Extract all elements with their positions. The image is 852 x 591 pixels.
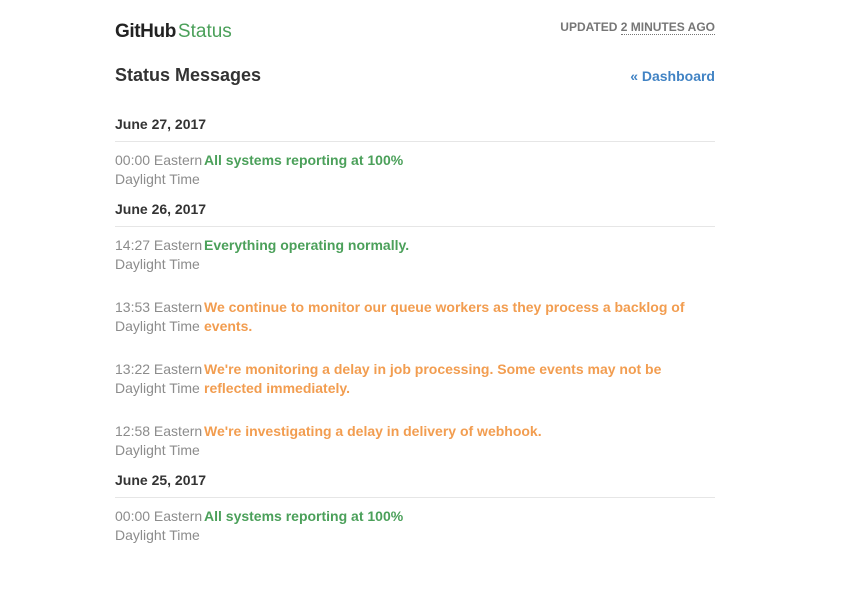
github-status-logo[interactable]: GitHub Status [115,21,232,43]
dashboard-link[interactable]: « Dashboard [630,68,715,84]
day-date: June 27, 2017 [115,116,715,142]
day-messages: 00:00 Eastern Daylight Time All systems … [115,142,715,189]
message-text: Everything operating normally. [204,237,410,253]
page-container: GitHub Status UPDATED 2 MINUTES AGO Statu… [115,0,715,545]
message-text: We're investigating a delay in delivery … [204,423,542,439]
message-time: 12:58 Eastern Daylight Time [115,423,203,458]
message-time: 00:00 Eastern Daylight Time [115,152,203,187]
page-header: GitHub Status UPDATED 2 MINUTES AGO [115,0,715,60]
page-title: Status Messages [115,65,262,85]
message-text: We're monitoring a delay in job processi… [204,361,662,396]
message-text: All systems reporting at 100% [204,152,404,168]
status-message: 14:27 Eastern Daylight Time Everything o… [115,236,715,274]
status-message: 00:00 Eastern Daylight Time All systems … [115,151,715,189]
message-text: All systems reporting at 100% [204,508,404,524]
day-group: June 26, 2017 14:27 Eastern Daylight Tim… [115,201,715,460]
status-message: 13:22 Eastern Daylight Time We're monito… [115,360,715,398]
logo-github-text: GitHub [115,21,176,42]
status-message-list: June 27, 2017 00:00 Eastern Daylight Tim… [115,116,715,545]
status-message: 13:53 Eastern Daylight Time We continue … [115,298,715,336]
day-group: June 25, 2017 00:00 Eastern Daylight Tim… [115,472,715,545]
day-messages: 14:27 Eastern Daylight Time Everything o… [115,227,715,460]
status-message: 00:00 Eastern Daylight Time All systems … [115,507,715,545]
title-row: Status Messages « Dashboard [115,60,715,104]
message-time: 00:00 Eastern Daylight Time [115,508,203,543]
last-updated: UPDATED 2 MINUTES AGO [560,20,715,35]
logo-status-text: Status [177,21,232,42]
updated-time: 2 MINUTES AGO [620,20,715,35]
updated-prefix: UPDATED [560,20,618,34]
message-time: 13:22 Eastern Daylight Time [115,361,203,396]
day-messages: 00:00 Eastern Daylight Time All systems … [115,498,715,545]
day-group: June 27, 2017 00:00 Eastern Daylight Tim… [115,116,715,189]
message-time: 13:53 Eastern Daylight Time [115,299,203,334]
message-text: We continue to monitor our queue workers… [204,299,685,334]
message-time: 14:27 Eastern Daylight Time [115,237,203,272]
day-date: June 26, 2017 [115,201,715,227]
day-date: June 25, 2017 [115,472,715,498]
status-message: 12:58 Eastern Daylight Time We're invest… [115,422,715,460]
